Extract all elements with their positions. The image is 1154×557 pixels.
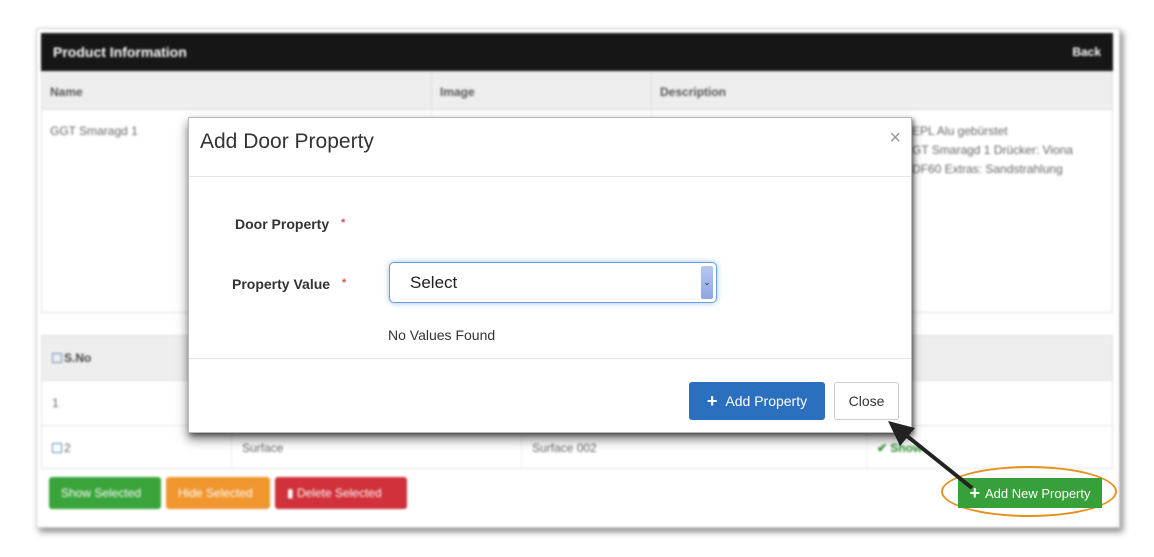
door-property-label-text: Door Property xyxy=(235,216,330,232)
check-icon: ✔ xyxy=(877,441,891,455)
hide-selected-button[interactable]: Hide Selected xyxy=(166,477,270,509)
modal-title: Add Door Property xyxy=(200,130,374,153)
description-line: EPL Alu gebürstet xyxy=(912,124,1008,138)
select-all-checkbox[interactable] xyxy=(52,353,62,363)
add-property-button[interactable]: + Add Property xyxy=(689,382,825,420)
plus-icon: + xyxy=(706,391,718,411)
column-description: Description xyxy=(660,85,727,99)
bulk-action-buttons: Show Selected Hide Selected ▮ Delete Sel… xyxy=(49,477,407,509)
modal-footer: + Add Property Close xyxy=(189,359,911,433)
column-name: Name xyxy=(42,72,432,109)
chevron-down-icon: ⌄ xyxy=(701,266,713,299)
delete-selected-button[interactable]: ▮ Delete Selected xyxy=(275,477,407,509)
door-property-select[interactable]: Select ⌄ xyxy=(389,262,717,303)
add-new-property-button[interactable]: + Add New Property xyxy=(958,478,1102,508)
required-marker: * xyxy=(341,217,346,229)
add-property-label: Add Property xyxy=(725,393,808,409)
info-table-header: Name Image Description xyxy=(42,72,1112,110)
plus-icon: + xyxy=(969,483,980,503)
no-values-message: No Values Found xyxy=(388,327,496,343)
property-value-label-text: Property Value xyxy=(232,276,331,292)
panel-title: Product Information xyxy=(53,44,187,60)
door-property-selected-value: Select xyxy=(410,272,458,292)
description-line: DF60 Extras: Sandstrahlung xyxy=(912,162,1063,176)
required-marker: * xyxy=(341,277,347,289)
modal-header: Add Door Property × xyxy=(189,118,911,177)
column-sno: S.No xyxy=(64,351,92,365)
description-line: GT Smaragd 1 Drücker: Viona xyxy=(912,143,1073,157)
close-button[interactable]: Close xyxy=(834,382,899,420)
trash-icon: ▮ xyxy=(287,486,297,500)
delete-selected-label: Delete Selected xyxy=(296,486,382,500)
panel-header: Product Information Back xyxy=(41,33,1113,71)
back-link[interactable]: Back xyxy=(1072,45,1101,59)
add-new-property-label: Add New Property xyxy=(985,485,1091,501)
column-image: Image xyxy=(432,72,652,109)
row-sno: 2 xyxy=(64,441,71,455)
close-icon[interactable]: × xyxy=(889,127,901,150)
door-property-label: Door Property * xyxy=(235,216,345,232)
modal-body: Door Property * Select ⌄ Property Value … xyxy=(189,177,911,359)
add-door-property-modal: Add Door Property × Door Property * Sele… xyxy=(188,117,912,433)
show-label: Show xyxy=(890,441,923,455)
row-checkbox[interactable] xyxy=(52,443,62,453)
show-selected-button[interactable]: Show Selected xyxy=(49,477,161,509)
property-value-label: Property Value * xyxy=(232,276,346,292)
